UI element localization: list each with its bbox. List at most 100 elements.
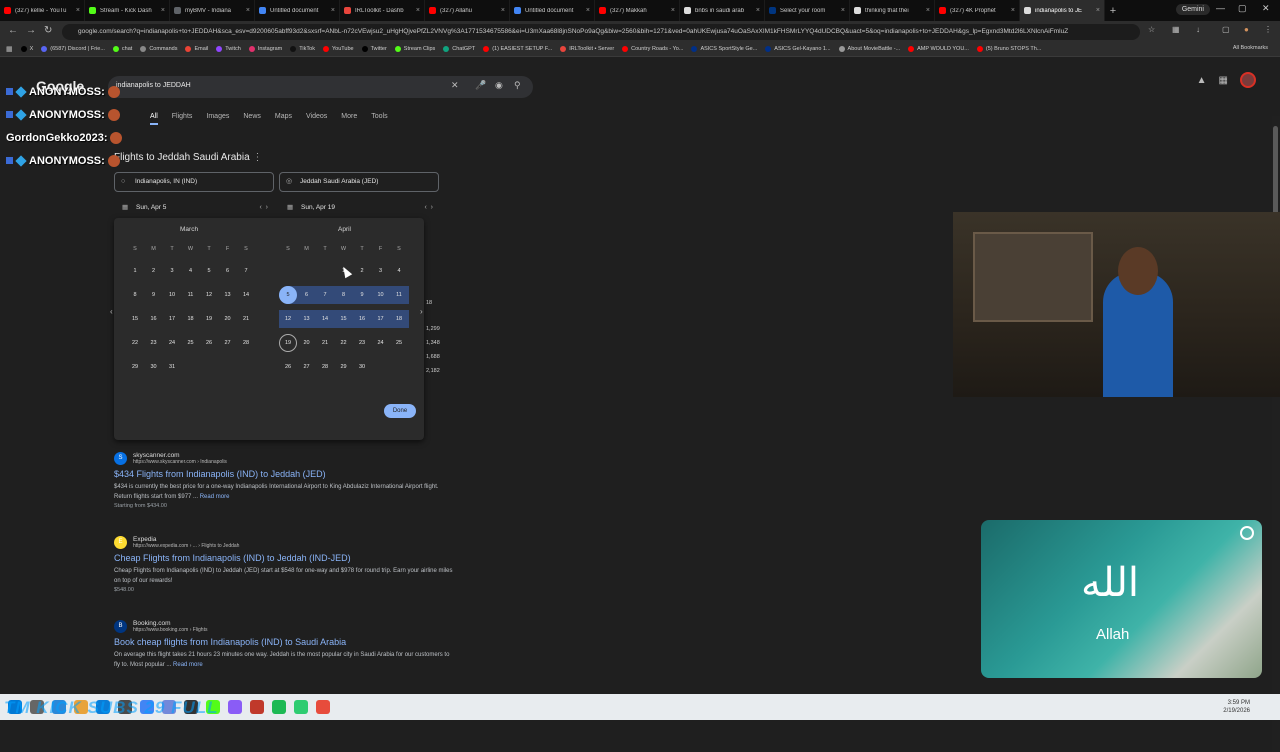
search-input[interactable]: indianapolis to JEDDAH ✕ 🎤 ◉ ⚲ [108, 76, 533, 98]
april-day[interactable]: 7 [316, 286, 334, 304]
search-tab-tools[interactable]: Tools [371, 113, 387, 125]
read-more-link[interactable]: Read more [200, 494, 230, 500]
bookmark-item[interactable]: AMP WOULD YOU... [908, 46, 969, 52]
march-day[interactable]: 23 [145, 334, 163, 352]
march-day[interactable]: 13 [219, 286, 237, 304]
april-day[interactable]: 28 [316, 358, 334, 376]
next-month-icon[interactable]: › [420, 307, 423, 316]
april-day[interactable]: 8 [335, 286, 353, 304]
march-day[interactable]: 20 [219, 310, 237, 328]
april-day[interactable]: 10 [372, 286, 390, 304]
search-icon[interactable]: ⚲ [514, 80, 521, 91]
sidepanel-icon[interactable]: ▢ [1222, 25, 1230, 34]
search-tab-flights[interactable]: Flights [172, 113, 193, 125]
bookmark-star-icon[interactable]: ☆ [1148, 25, 1155, 34]
tab-close-icon[interactable]: × [841, 7, 845, 14]
bookmark-item[interactable]: ASICS Gel-Kayano 1... [765, 46, 831, 52]
bookmark-item[interactable]: (6587) Discord | Frie... [41, 46, 105, 52]
april-day[interactable]: 15 [335, 310, 353, 328]
bookmark-item[interactable]: IRLToolkit • Server [560, 46, 614, 52]
march-day[interactable]: 31 [163, 358, 181, 376]
return-day-selected[interactable]: 19 [279, 334, 297, 352]
tab-close-icon[interactable]: × [161, 7, 165, 14]
lens-icon[interactable]: ◉ [495, 80, 503, 91]
march-day[interactable]: 15 [126, 310, 144, 328]
april-day[interactable]: 3 [372, 262, 390, 280]
profile-avatar[interactable]: ● [1244, 25, 1249, 34]
bookmark-item[interactable]: Twitter [361, 46, 387, 52]
bookmark-item[interactable]: X [20, 46, 33, 52]
account-avatar[interactable] [1240, 72, 1256, 88]
url-bar[interactable]: google.com/search?q=indianapolis+to+JEDD… [62, 24, 1140, 40]
march-day[interactable]: 24 [163, 334, 181, 352]
april-day[interactable]: 12 [279, 310, 297, 328]
read-more-link[interactable]: Read more [173, 662, 203, 668]
bookmark-item[interactable]: Twitch [216, 46, 241, 52]
march-day[interactable]: 9 [145, 286, 163, 304]
bookmark-item[interactable]: Email [185, 46, 208, 52]
march-day[interactable]: 28 [237, 334, 255, 352]
april-day[interactable]: 25 [390, 334, 408, 352]
tab-close-icon[interactable]: × [756, 7, 760, 14]
april-day[interactable]: 9 [353, 286, 371, 304]
april-day[interactable]: 6 [298, 286, 316, 304]
browser-tab[interactable]: bnbs in saudi arab × [680, 0, 765, 21]
system-clock[interactable]: 3:59 PM 2/19/2026 [1223, 699, 1250, 715]
apps-icon[interactable]: ▦ [6, 45, 13, 53]
all-bookmarks[interactable]: All Bookmarks [1233, 45, 1268, 51]
bookmark-item[interactable]: ChatGPT [443, 46, 475, 52]
bookmark-item[interactable]: Country Roads - Yo... [622, 46, 683, 52]
march-day[interactable]: 22 [126, 334, 144, 352]
browser-tab[interactable]: Select your room × [765, 0, 850, 21]
march-day[interactable]: 2 [145, 262, 163, 280]
browser-tab[interactable]: myBMV - Indiana × [170, 0, 255, 21]
date-nav-icon[interactable]: ‹ › [424, 199, 433, 217]
search-tab-more[interactable]: More [341, 113, 357, 125]
march-day[interactable]: 1 [126, 262, 144, 280]
more-options-icon[interactable]: ⋮ [252, 152, 262, 163]
result-source[interactable]: E Expedia https://www.expedia.com › ... › … [114, 536, 454, 549]
mic-icon[interactable]: 🎤 [475, 80, 486, 91]
browser-tab[interactable]: (327) Allahu × [425, 0, 510, 21]
date-nav-icon[interactable]: ‹ › [259, 199, 268, 217]
march-day[interactable]: 16 [145, 310, 163, 328]
tab-close-icon[interactable]: × [671, 7, 675, 14]
march-day[interactable]: 7 [237, 262, 255, 280]
result-source[interactable]: Sskyscanner.com https://www.skyscanner.co… [114, 452, 454, 465]
april-day[interactable]: 22 [335, 334, 353, 352]
minimize-icon[interactable]: — [1216, 3, 1225, 13]
browser-tab[interactable]: indianapolis to JE × [1020, 0, 1105, 21]
march-day[interactable]: 29 [126, 358, 144, 376]
march-day[interactable]: 12 [200, 286, 218, 304]
app-icon[interactable] [294, 700, 308, 714]
bookmark-item[interactable]: Stream Clips [394, 46, 435, 52]
tab-close-icon[interactable]: × [926, 7, 930, 14]
maximize-icon[interactable]: ▢ [1238, 3, 1247, 14]
tab-close-icon[interactable]: × [246, 7, 250, 14]
april-day[interactable]: 4 [390, 262, 408, 280]
extensions-icon[interactable]: ▦ [1172, 25, 1180, 34]
app-icon[interactable] [228, 700, 242, 714]
april-day[interactable]: 14 [316, 310, 334, 328]
march-day[interactable]: 18 [182, 310, 200, 328]
browser-tab[interactable]: (327) Makkah × [595, 0, 680, 21]
new-tab-button[interactable]: + [1105, 5, 1121, 17]
search-tab-maps[interactable]: Maps [275, 113, 292, 125]
april-day[interactable]: 20 [298, 334, 316, 352]
bookmark-item[interactable]: TikTok [290, 46, 315, 52]
app-icon[interactable] [250, 700, 264, 714]
prev-month-icon[interactable]: ‹ [110, 307, 113, 316]
march-day[interactable]: 21 [237, 310, 255, 328]
march-day[interactable]: 17 [163, 310, 181, 328]
tab-close-icon[interactable]: × [331, 7, 335, 14]
reload-icon[interactable]: ↻ [44, 25, 52, 36]
search-tab-all[interactable]: All [150, 113, 158, 125]
depart-date-field[interactable]: ▦ Sun, Apr 5 ‹ › [114, 199, 274, 217]
march-day[interactable]: 19 [200, 310, 218, 328]
march-day[interactable]: 3 [163, 262, 181, 280]
return-date-field[interactable]: ▦ Sun, Apr 19 ‹ › [279, 199, 439, 217]
bookmark-item[interactable]: Instagram [248, 46, 282, 52]
browser-tab[interactable]: Stream - Kick Dash × [85, 0, 170, 21]
april-day[interactable]: 27 [298, 358, 316, 376]
tab-close-icon[interactable]: × [586, 7, 590, 14]
